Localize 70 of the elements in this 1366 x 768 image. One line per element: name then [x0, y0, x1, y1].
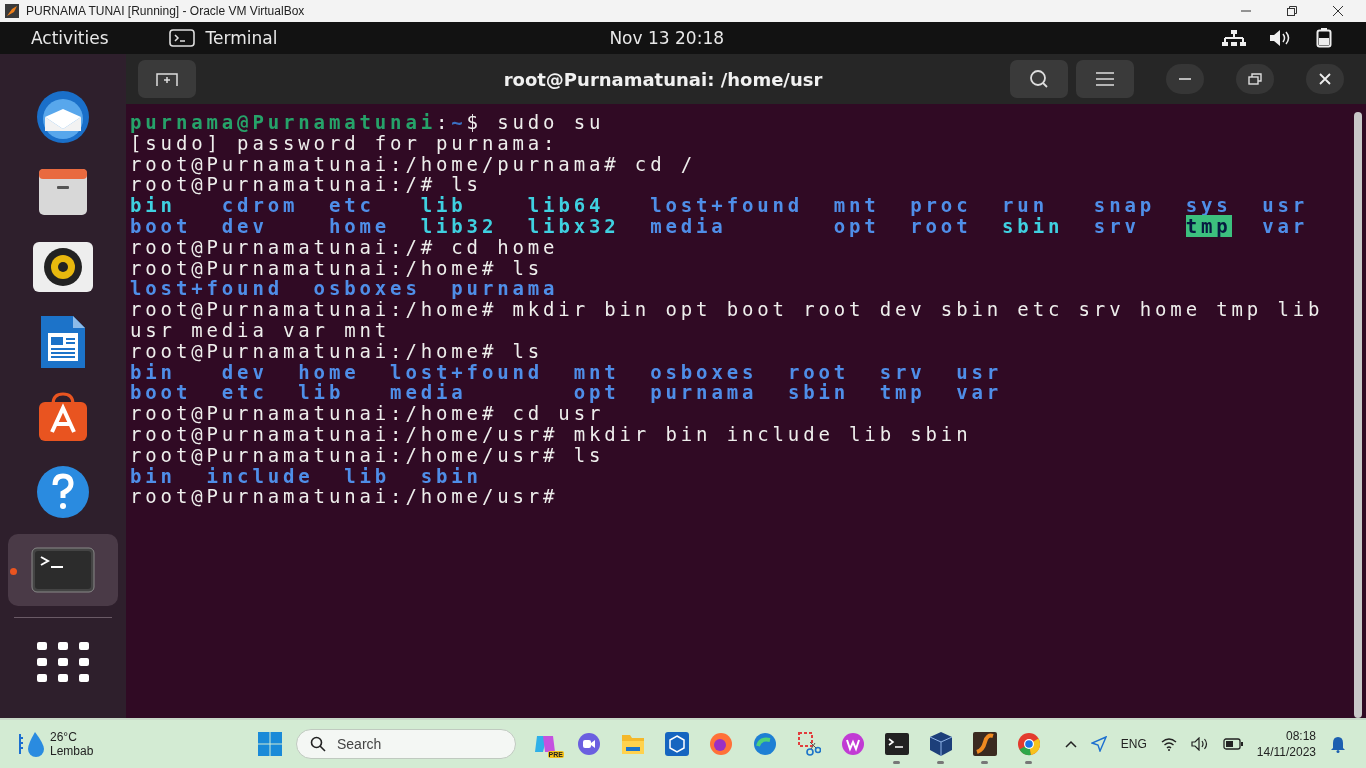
directory-name: srv — [879, 360, 926, 383]
directory-name: media — [650, 215, 727, 237]
directory-name: sbin — [420, 464, 482, 487]
directory-name: run — [1002, 194, 1048, 217]
directory-name: var — [1262, 215, 1309, 237]
directory-name: bin — [130, 360, 176, 383]
directory-name: lib32 — [420, 215, 498, 237]
directory-name: mnt — [573, 360, 620, 383]
temperature: 26°C — [50, 730, 78, 744]
directory-name: sbin — [787, 381, 850, 404]
directory-name: tmp — [1185, 215, 1232, 237]
directory-name: snap — [1093, 194, 1156, 217]
directory-name: home — [298, 360, 360, 383]
terminal-line: root@Purnamatunai:/home/usr# — [130, 486, 560, 508]
directory-name: bin — [130, 194, 176, 217]
language-indicator[interactable]: ENG — [1120, 737, 1147, 751]
directory-name: lib64 — [527, 194, 605, 217]
directory-name: sbin — [1002, 215, 1064, 237]
directory-name: bin — [130, 464, 176, 487]
directory-name: root — [787, 360, 850, 383]
terminal-line: root@Purnamatunai:/home/usr# mkdir bin include lib sbin — [130, 423, 973, 445]
directory-name: tmp — [879, 381, 926, 404]
directory-name: lib — [344, 464, 391, 487]
directory-name: boot — [130, 215, 192, 237]
directory-name: cdrom — [221, 194, 299, 217]
terminal-line: root@Purnamatunai:/# cd home — [130, 236, 560, 258]
directory-name: lost+found — [650, 194, 804, 217]
directory-name: purnama — [451, 277, 559, 300]
directory-name: etc — [221, 381, 268, 404]
terminal-line: root@Purnamatunai:/home# ls — [130, 340, 545, 362]
terminal-line: root@Purnamatunai:/# ls — [130, 174, 482, 196]
clock-date[interactable]: 14/11/2023 — [1256, 745, 1316, 759]
terminal-line: root@Purnamatunai:/home/purnama# cd / — [130, 153, 698, 175]
directory-name: dev — [221, 360, 268, 383]
directory-name: usr — [956, 360, 1003, 383]
directory-name: proc — [910, 194, 972, 217]
directory-name: lib — [298, 381, 345, 404]
terminal-title: root@Purnamatunai: /home/usr — [502, 68, 824, 90]
terminal-line: root@Purnamatunai:/home# cd usr — [130, 403, 605, 424]
directory-name: lib — [420, 194, 467, 217]
directory-name: media — [390, 381, 467, 404]
directory-name: opt — [573, 381, 620, 404]
directory-name: include — [206, 464, 314, 487]
directory-name: usr — [1262, 194, 1309, 217]
directory-name: srv — [1093, 215, 1140, 237]
directory-name: boot — [130, 381, 192, 404]
weather-condition: Lembab — [50, 744, 94, 758]
terminal-line: [sudo] password for purnama: — [130, 132, 560, 154]
terminal-line: purnama@Purnamatunai:~$ sudo su — [130, 112, 606, 133]
directory-name: libx32 — [527, 215, 620, 237]
terminal-line: root@Purnamatunai:/home# ls — [130, 257, 545, 279]
activities-button[interactable]: Activities — [31, 28, 109, 48]
directory-name: lost+found — [390, 360, 544, 383]
clock[interactable]: Nov 13 20:18 — [609, 28, 724, 48]
directory-name: purnama — [650, 381, 758, 404]
directory-name: dev — [221, 215, 268, 237]
window-title: PURNAMA TUNAI [Running] - Oracle VM VirtualBox — [26, 4, 305, 18]
directory-name: etc — [328, 194, 375, 217]
directory-name: osboxes — [650, 360, 758, 383]
directory-name: opt — [833, 215, 880, 237]
search-field[interactable]: Search — [296, 729, 516, 759]
terminal-line: root@Purnamatunai:/home/usr# ls — [130, 444, 606, 466]
directory-name: root — [910, 215, 972, 237]
directory-name: var — [956, 381, 1003, 404]
directory-name: osboxes — [313, 277, 421, 300]
app-menu[interactable]: Terminal — [168, 28, 278, 48]
directory-name: home — [328, 215, 391, 237]
clock-time[interactable]: 08:18 — [1285, 729, 1316, 743]
directory-name: mnt — [833, 194, 880, 217]
directory-name: sys — [1185, 194, 1232, 217]
